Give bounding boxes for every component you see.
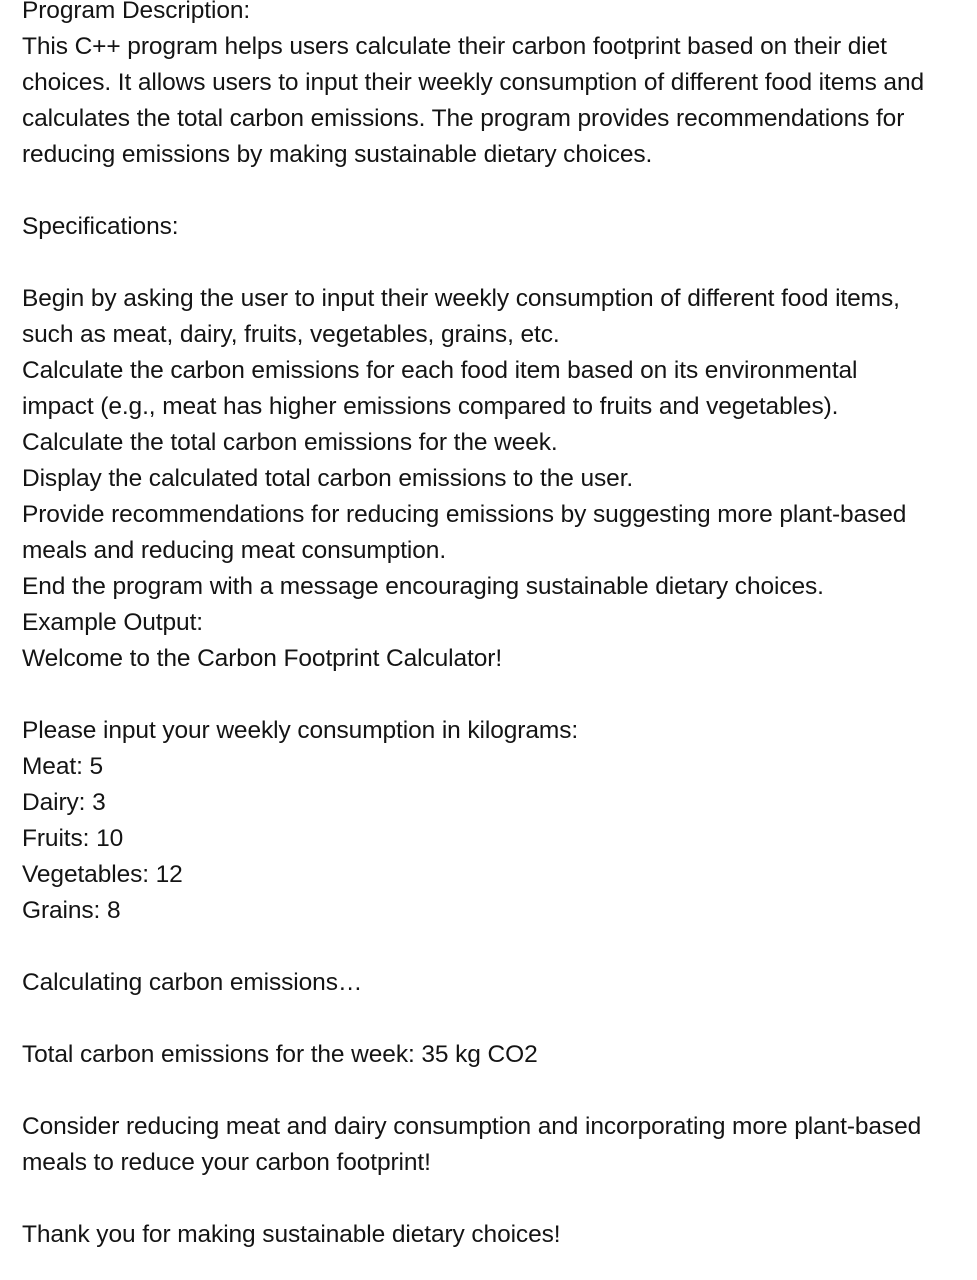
calculating-status: Calculating carbon emissions… [22,969,363,996]
closing-message: Thank you for making sustainable dietary… [22,1221,561,1248]
example-input-meat: Meat: 5 [22,753,104,780]
specifications-list: Begin by asking the user to input their … [22,281,955,677]
program-description-heading: Program Description: [22,0,251,24]
example-input-vegetables: Vegetables: 12 [22,861,183,888]
example-input-grains: Grains: 8 [22,897,121,924]
program-description-section: Program Description: This C++ program he… [22,0,955,173]
spec-item-end-message: End the program with a message encouragi… [22,573,824,600]
spec-item-display-total: Display the calculated total carbon emis… [22,465,634,492]
example-input-dairy: Dairy: 3 [22,789,106,816]
program-description-body: This C++ program helps users calculate t… [22,33,931,168]
spec-item-calculate-total: Calculate the total carbon emissions for… [22,429,558,456]
total-emissions-result: Total carbon emissions for the week: 35 … [22,1041,538,1068]
example-input-section: Please input your weekly consumption in … [22,713,955,929]
specifications-section: Specifications: [22,209,955,245]
closing-section: Thank you for making sustainable dietary… [22,1217,955,1253]
calculating-status-section: Calculating carbon emissions… [22,965,955,1001]
program-specification-document: Program Description: This C++ program he… [0,0,977,1253]
recommendation-message: Consider reducing meat and dairy consump… [22,1113,928,1176]
spec-item-input-consumption: Begin by asking the user to input their … [22,285,907,348]
example-input-prompt: Please input your weekly consumption in … [22,717,579,744]
example-input-fruits: Fruits: 10 [22,825,124,852]
spec-item-provide-recommendations: Provide recommendations for reducing emi… [22,501,914,564]
spec-item-calculate-per-item: Calculate the carbon emissions for each … [22,357,865,420]
specifications-heading: Specifications: [22,213,179,240]
recommendation-section: Consider reducing meat and dairy consump… [22,1109,955,1181]
total-emissions-section: Total carbon emissions for the week: 35 … [22,1037,955,1073]
example-output-heading: Example Output: [22,609,203,636]
example-output-welcome: Welcome to the Carbon Footprint Calculat… [22,645,503,672]
